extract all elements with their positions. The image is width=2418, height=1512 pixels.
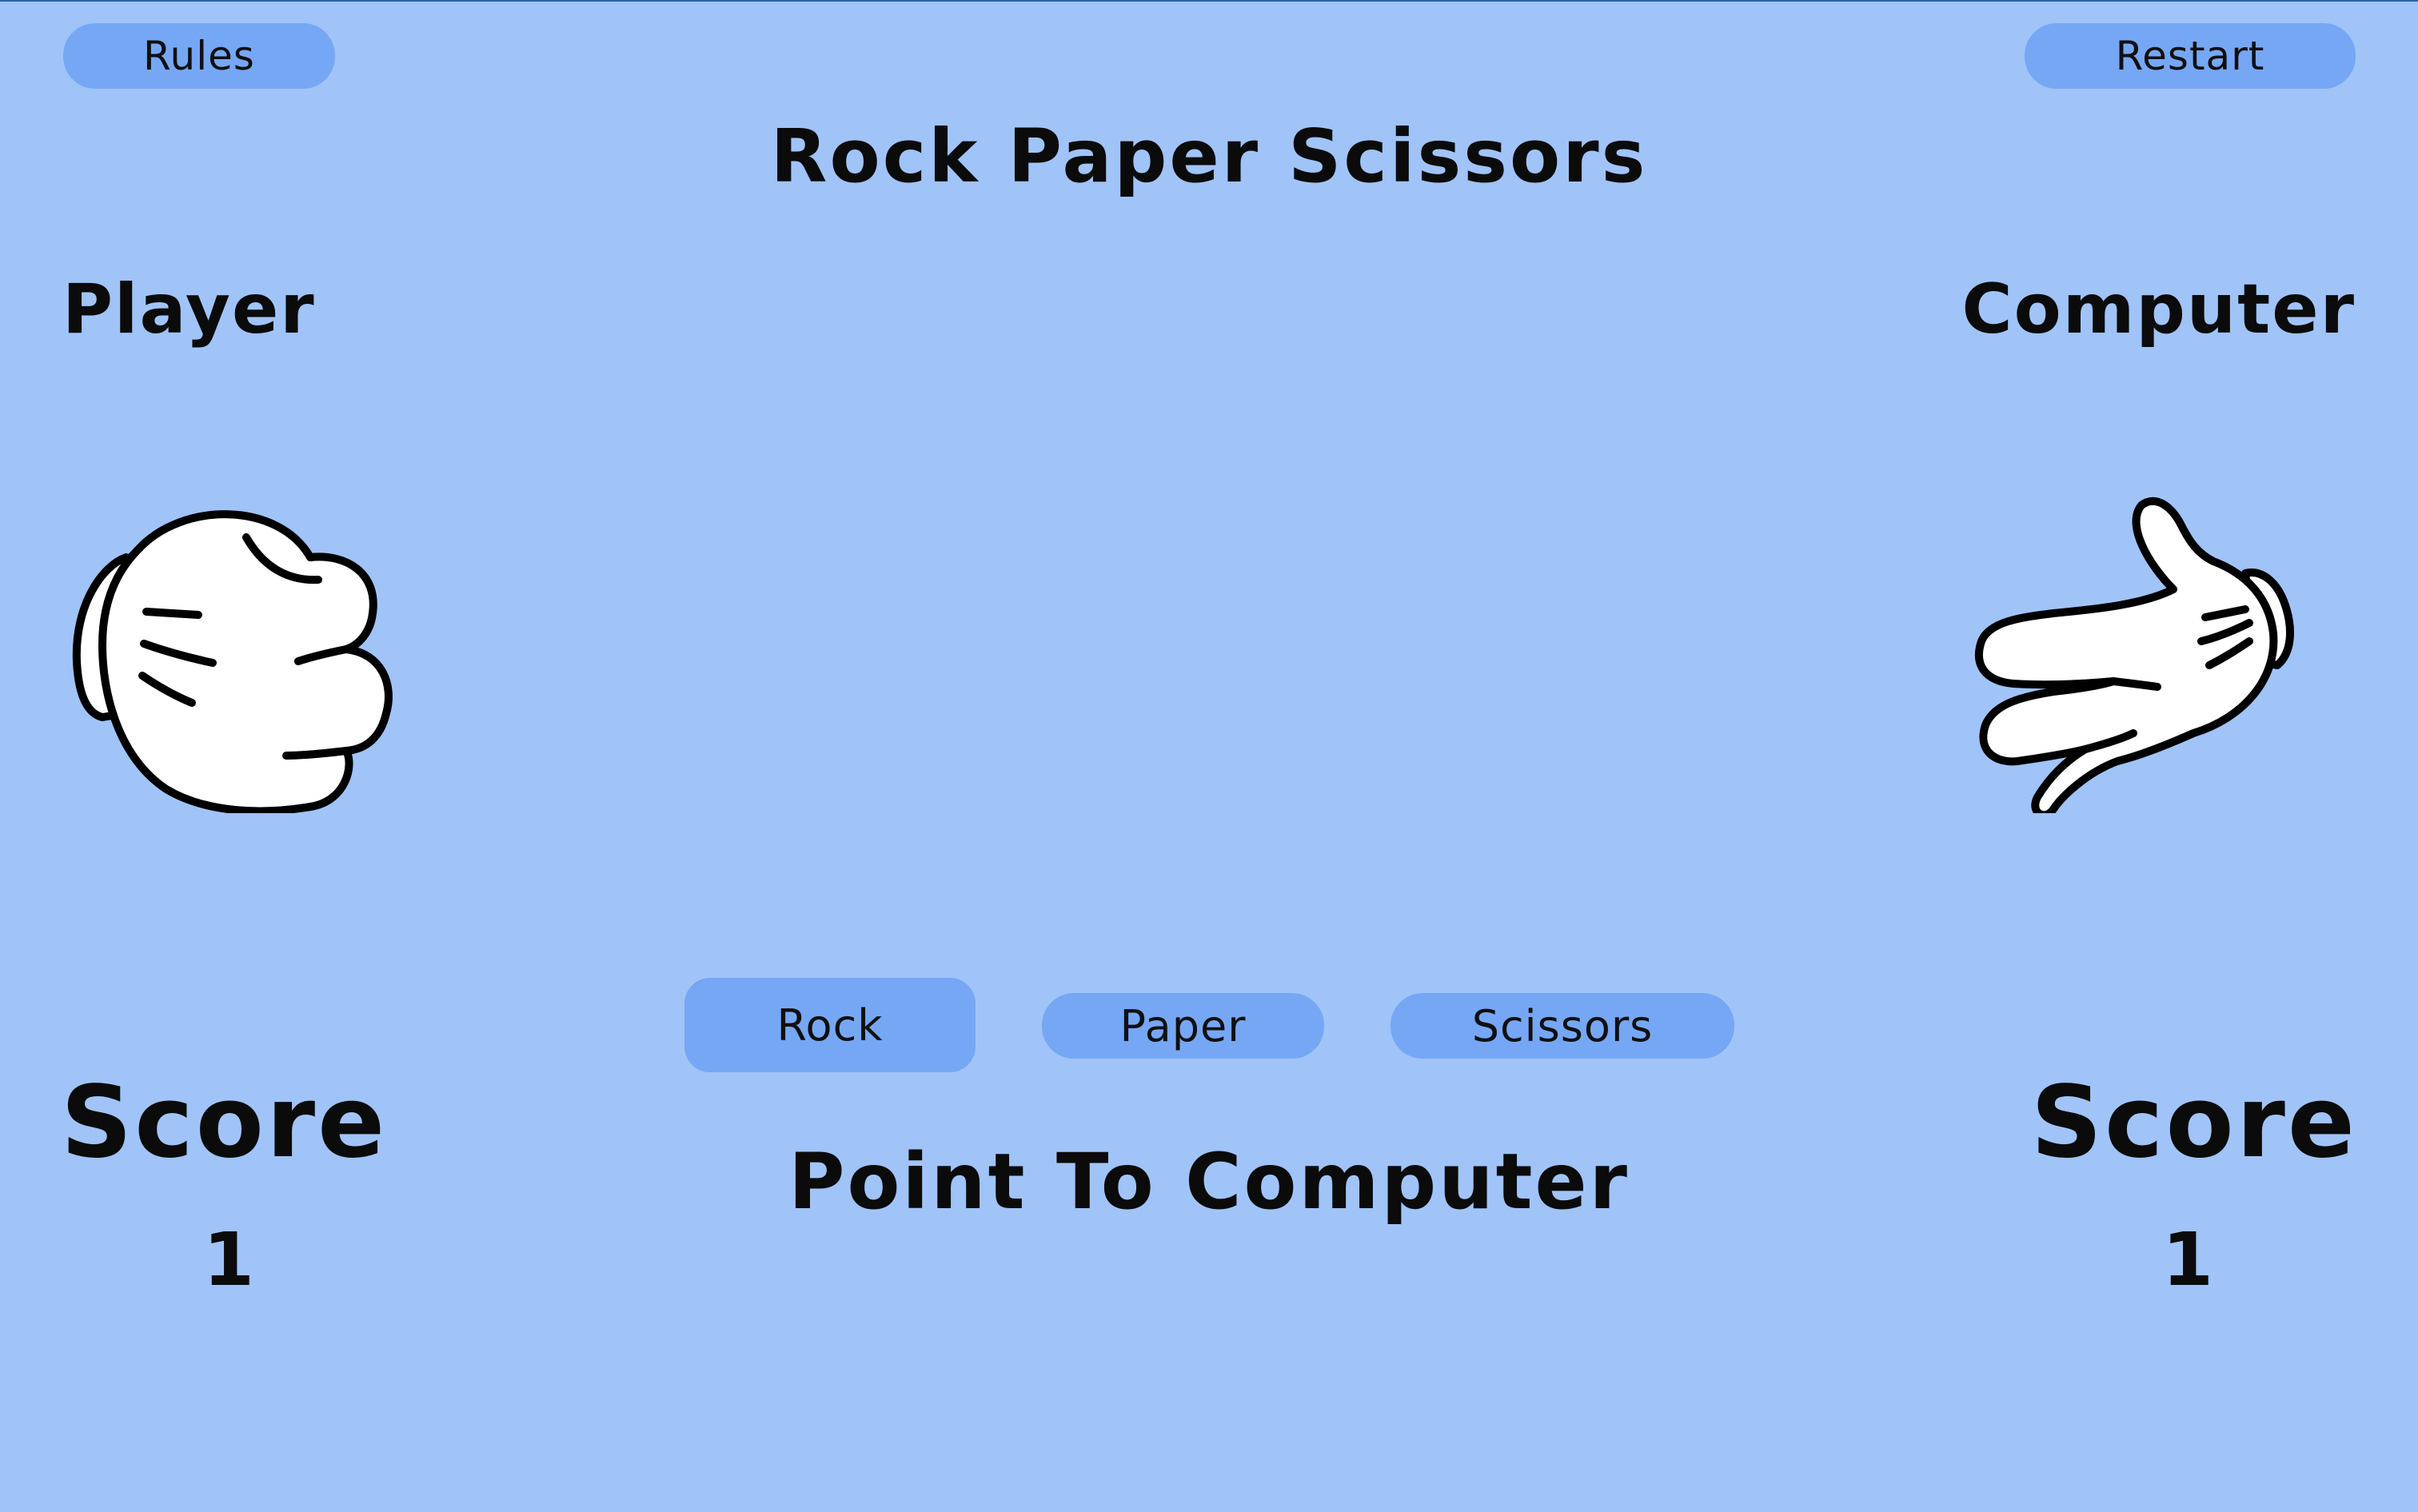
- scissors-button[interactable]: Scissors: [1391, 993, 1734, 1059]
- rules-button[interactable]: Rules: [63, 23, 335, 89]
- player-label: Player: [62, 269, 316, 349]
- round-result: Point To Computer: [788, 1137, 1630, 1227]
- restart-button[interactable]: Restart: [2025, 23, 2356, 89]
- rock-hand-icon: [72, 510, 393, 813]
- rock-button[interactable]: Rock: [684, 978, 976, 1072]
- computer-label: Computer: [1961, 269, 2356, 349]
- page-title: Rock Paper Scissors: [770, 114, 1648, 199]
- player-score: 1: [202, 1217, 254, 1303]
- paper-button[interactable]: Paper: [1042, 993, 1324, 1059]
- computer-score: 1: [2161, 1217, 2213, 1303]
- scissors-hand-icon: [1974, 497, 2294, 813]
